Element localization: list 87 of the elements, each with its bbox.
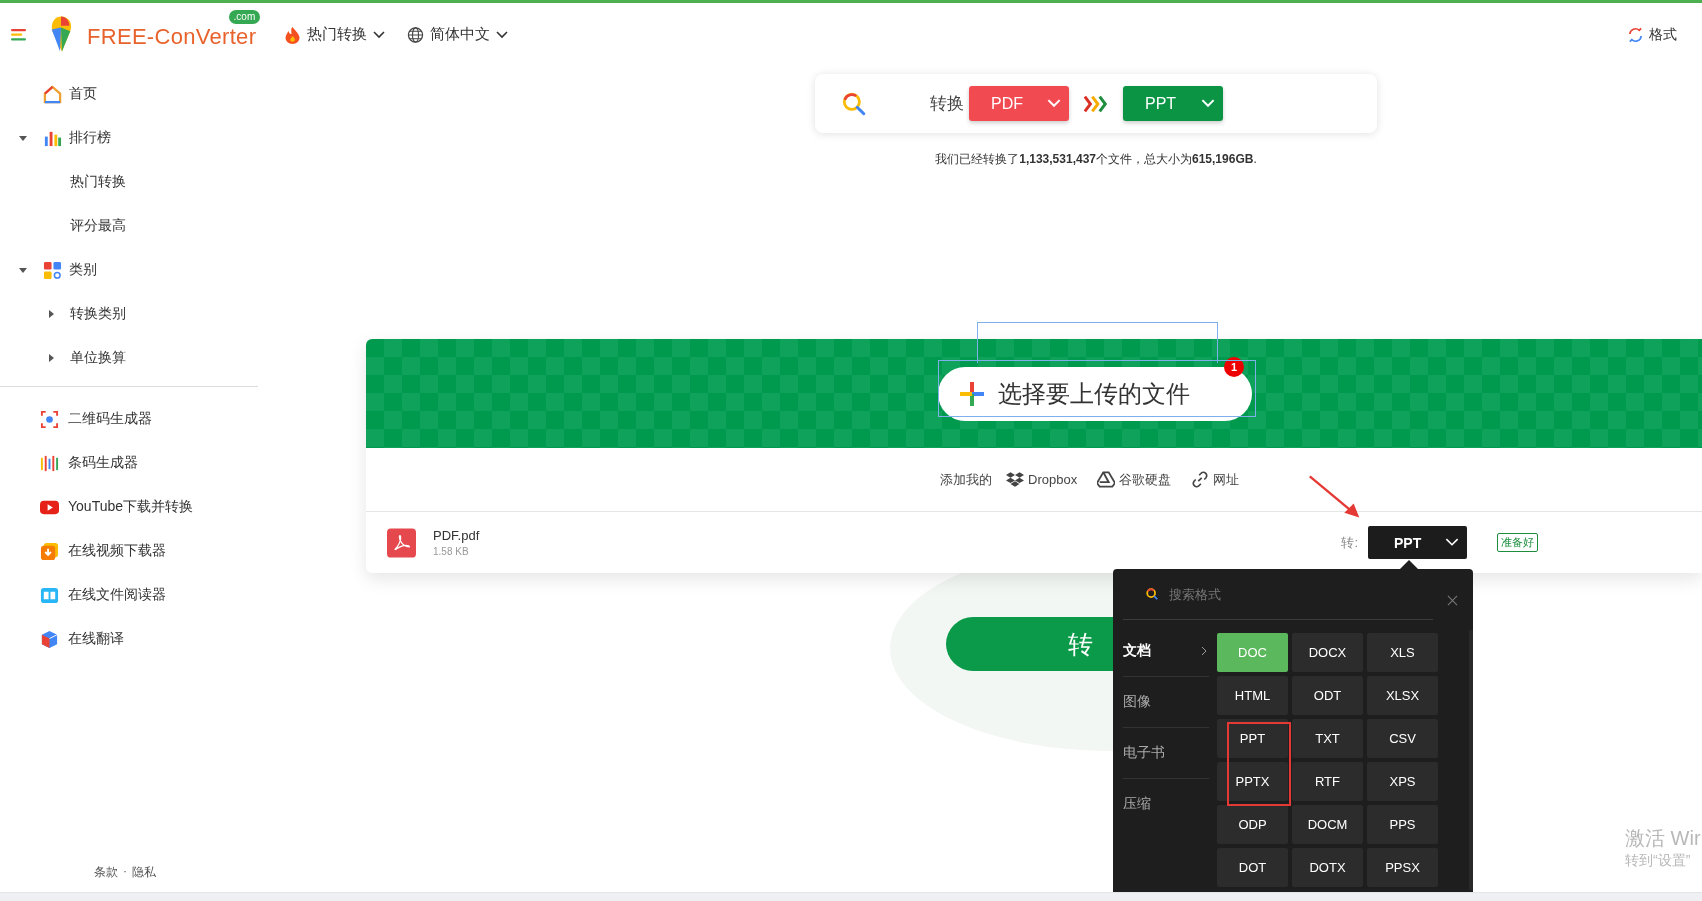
nav-menu[interactable]: 热门转换 xyxy=(284,25,386,44)
format-option[interactable]: PPTX xyxy=(1217,762,1288,801)
privacy-link[interactable]: 隐私 xyxy=(132,864,156,881)
sidebar-item[interactable]: 评分最高 xyxy=(0,204,258,248)
terms-link[interactable]: 条款 xyxy=(94,864,118,881)
chevron-down-icon xyxy=(373,30,386,39)
category-item[interactable]: 压缩 xyxy=(1123,779,1209,829)
format-option[interactable]: PPS xyxy=(1367,805,1438,844)
source-format-dropdown[interactable]: PDF xyxy=(969,86,1069,121)
qr-scan-icon xyxy=(40,409,59,429)
sidebar-item[interactable]: 热门转换 xyxy=(0,160,258,204)
format-option[interactable]: PPT xyxy=(1217,719,1288,758)
formats-link[interactable]: 格式 xyxy=(1627,25,1677,44)
activation-watermark-text: 转到“设置” xyxy=(1625,852,1692,870)
sidebar-item[interactable]: 单位换算 xyxy=(0,336,258,380)
convert-to-label: 转: xyxy=(1341,533,1358,552)
activation-watermark-title: 激活 Wir xyxy=(1625,826,1701,851)
caret-icon[interactable] xyxy=(17,133,28,143)
search-icon[interactable] xyxy=(841,90,867,117)
book-icon xyxy=(40,585,59,605)
plus-icon xyxy=(960,381,984,406)
sidebar-item[interactable]: 二维码生成器 xyxy=(0,397,258,441)
stats-text: 我们已经转换了1,133,531,437个文件，总大小为615,196GB. xyxy=(934,151,1258,168)
sidebar-item[interactable]: 转换类别 xyxy=(0,292,258,336)
close-icon[interactable] xyxy=(1447,595,1458,606)
nav-menu[interactable]: 简体中文 xyxy=(407,25,509,44)
chevron-down-icon xyxy=(1201,99,1215,108)
download-icon xyxy=(40,541,59,561)
cube-icon xyxy=(40,629,59,649)
drive-icon xyxy=(1097,471,1116,488)
format-option[interactable]: DOTX xyxy=(1292,848,1363,887)
format-search-field[interactable]: 搜索格式 xyxy=(1169,586,1349,602)
source-link[interactable]: Dropbox xyxy=(1006,471,1078,488)
sources-label: 添加我的 xyxy=(940,470,992,489)
format-option[interactable]: RTF xyxy=(1292,762,1363,801)
category-item[interactable]: 电子书 xyxy=(1123,728,1209,779)
format-option[interactable]: XPS xyxy=(1367,762,1438,801)
chevron-down-icon xyxy=(496,30,509,39)
category-item[interactable]: 图像 xyxy=(1123,677,1209,728)
link-icon xyxy=(1191,471,1210,488)
target-format-dropdown[interactable]: PPT xyxy=(1123,86,1223,121)
caret-icon[interactable] xyxy=(46,353,56,363)
format-option[interactable]: HTML xyxy=(1217,676,1288,715)
separator-dot: · xyxy=(123,864,127,880)
caret-icon[interactable] xyxy=(46,309,56,319)
scrollbar[interactable] xyxy=(1469,630,1473,890)
file-size: 1.58 KB xyxy=(433,546,470,557)
sidebar-item[interactable]: 条码生成器 xyxy=(0,441,258,485)
sidebar-item[interactable]: 在线文件阅读器 xyxy=(0,573,258,617)
sidebar-item[interactable]: 在线视频下载器 xyxy=(0,529,258,573)
format-option[interactable]: ODP xyxy=(1217,805,1288,844)
target-format-dropdown[interactable]: PPT xyxy=(1368,526,1467,559)
menu-icon[interactable] xyxy=(11,28,26,41)
format-option[interactable]: XLS xyxy=(1367,633,1438,672)
format-option[interactable]: ODT xyxy=(1292,676,1363,715)
format-option[interactable]: DOT xyxy=(1217,848,1288,887)
chevron-down-icon xyxy=(1445,538,1459,547)
category-grid-icon xyxy=(43,260,62,280)
status-badge: 准备好 xyxy=(1497,533,1538,552)
sidebar-item[interactable]: YouTube下载并转换 xyxy=(0,485,258,529)
barcode-icon xyxy=(40,453,59,473)
sidebar-item[interactable]: 首页 xyxy=(0,72,258,116)
format-option[interactable]: CSV xyxy=(1367,719,1438,758)
domain-badge: .com xyxy=(228,9,261,24)
caret-icon[interactable] xyxy=(17,265,28,275)
category-item[interactable]: 文档 xyxy=(1123,626,1209,677)
format-option[interactable]: DOCX xyxy=(1292,633,1363,672)
dropbox-icon xyxy=(1006,471,1024,488)
flame-icon xyxy=(284,25,302,44)
format-option[interactable]: XLSX xyxy=(1367,676,1438,715)
sidebar-item[interactable]: 类别 xyxy=(0,248,258,292)
chevron-right-icon xyxy=(1201,646,1207,656)
file-name: PDF.pdf xyxy=(433,528,480,543)
source-link[interactable]: 网址 xyxy=(1191,470,1240,489)
format-option[interactable]: PPSX xyxy=(1367,848,1438,887)
sidebar-item[interactable]: 排行榜 xyxy=(0,116,258,160)
globe-icon xyxy=(407,25,425,44)
refresh-arrows-icon xyxy=(1627,25,1644,44)
format-option[interactable]: TXT xyxy=(1292,719,1363,758)
sidebar-item[interactable]: 在线翻译 xyxy=(0,617,258,661)
convert-label: 转换 xyxy=(930,93,964,115)
home-icon xyxy=(43,84,62,104)
chevron-down-icon xyxy=(1047,99,1061,108)
format-option[interactable]: DOCM xyxy=(1292,805,1363,844)
source-link[interactable]: 谷歌硬盘 xyxy=(1097,470,1172,489)
search-icon xyxy=(1145,587,1159,601)
pdf-file-icon xyxy=(387,527,416,558)
